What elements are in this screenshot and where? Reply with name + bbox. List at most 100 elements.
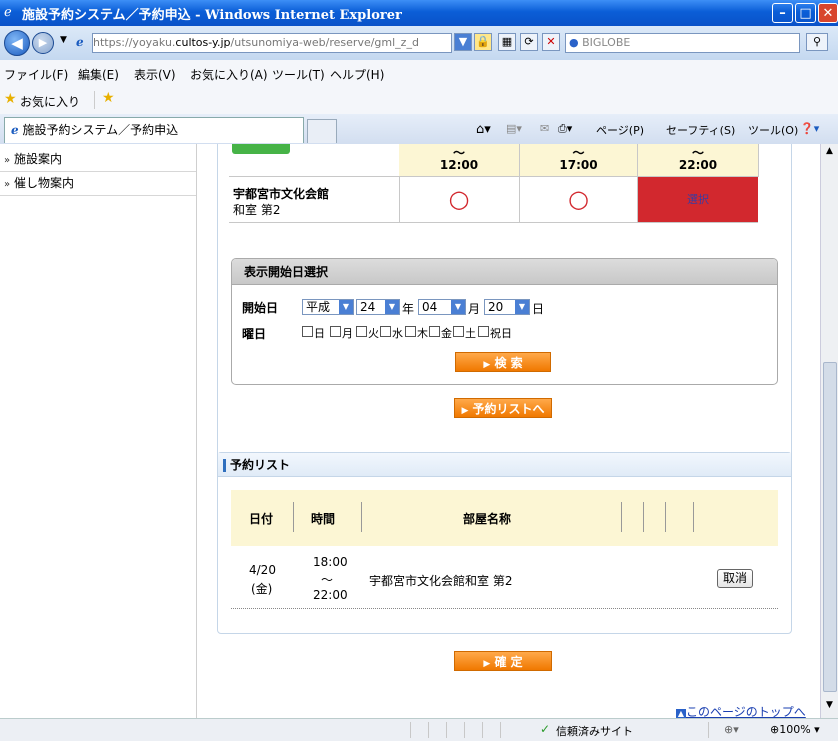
scroll-down-icon[interactable]: ▼ xyxy=(823,700,836,714)
availability-cell-3-selected[interactable]: 選択 xyxy=(638,177,758,223)
weekday-label-tue: 火 xyxy=(368,327,379,340)
sidebar-item-facility-info[interactable]: » 施設案内 xyxy=(0,148,196,172)
col-separator xyxy=(293,502,294,532)
protected-mode-icon[interactable]: ⊕▾ xyxy=(724,723,739,736)
weekday-label-thu: 木 xyxy=(417,327,428,340)
safety-menu[interactable]: セーフティ(S) xyxy=(666,122,735,138)
favorites-bar: ★ お気に入り ★ xyxy=(0,87,838,115)
feeds-icon[interactable]: ▤▾ xyxy=(506,122,522,135)
weekday-checkbox-fri[interactable] xyxy=(429,326,440,337)
slot-end-time: 17:00 xyxy=(559,158,598,172)
maximize-button[interactable]: □ xyxy=(795,3,816,23)
menu-view[interactable]: 表示(V) xyxy=(134,66,176,83)
confirm-button-label: 確 定 xyxy=(494,655,523,669)
menu-file[interactable]: ファイル(F) xyxy=(4,66,68,83)
search-icon[interactable]: ⚲ xyxy=(806,33,828,51)
reserve-list-button[interactable]: ▶ 予約リストへ xyxy=(454,398,552,418)
year-select[interactable]: 24 ▼ xyxy=(356,299,400,315)
era-select[interactable]: 平成 ▼ xyxy=(302,299,354,315)
close-button[interactable]: ✕ xyxy=(818,3,838,23)
favorites-label[interactable]: お気に入り xyxy=(20,93,80,110)
vertical-scrollbar[interactable]: ▲ ▼ xyxy=(820,144,838,718)
date-picker-header: 表示開始日選択 xyxy=(232,259,777,285)
room-name: 和室 第2 xyxy=(233,203,281,217)
checkmark-icon: ✓ xyxy=(540,722,551,736)
status-divider xyxy=(482,722,483,738)
reservation-list-header: 予約リスト xyxy=(218,453,791,477)
weekday-checkbox-tue[interactable] xyxy=(356,326,367,337)
weekday-checkbox-wed[interactable] xyxy=(380,326,391,337)
menu-tools[interactable]: ツール(T) xyxy=(272,66,325,83)
availability-cell-1[interactable]: ○ xyxy=(399,177,520,223)
scroll-up-icon[interactable]: ▲ xyxy=(823,146,836,160)
table-row: 4/20 (金) 18:00 ～ 22:00 宇都宮市文化会館和室 第2 取消 xyxy=(231,552,778,609)
tab-active[interactable]: ℯ 施設予約システム／予約申込 xyxy=(4,117,304,143)
mail-icon[interactable]: ✉ xyxy=(540,122,549,135)
tools-menu[interactable]: ツール(O) xyxy=(748,122,798,138)
biglobe-icon: ● xyxy=(569,36,579,49)
weekday-checkbox-mon[interactable] xyxy=(330,326,341,337)
available-mark: ○ xyxy=(568,185,589,213)
facility-name: 宇都宮市文化会館 xyxy=(233,187,330,201)
lock-icon[interactable]: 🔒 xyxy=(474,33,492,51)
scrollbar-thumb[interactable] xyxy=(823,362,837,692)
month-select[interactable]: 04 ▼ xyxy=(418,299,466,315)
home-icon[interactable]: ⌂▾ xyxy=(476,122,491,137)
add-favorites-icon[interactable]: ★ xyxy=(102,90,115,106)
selected-mark: 選択 xyxy=(687,193,709,206)
play-icon: ▶ xyxy=(483,360,491,370)
tab-active-label: 施設予約システム／予約申込 xyxy=(22,123,179,137)
minimize-button[interactable]: – xyxy=(772,3,793,23)
weekday-checkbox-thu[interactable] xyxy=(405,326,416,337)
new-tab-button[interactable] xyxy=(307,119,337,143)
url-path: /utsunomiya-web/reserve/gml_z_d xyxy=(230,36,419,49)
sidebar-divider xyxy=(196,144,197,718)
search-button[interactable]: ▶ 検 索 xyxy=(455,352,551,372)
slot-end-time: 12:00 xyxy=(439,158,479,172)
day-select[interactable]: 20 ▼ xyxy=(484,299,530,315)
page-top-link[interactable]: ▲ このページのトップへ xyxy=(676,703,806,718)
chevron-down-icon: ▼ xyxy=(451,300,465,314)
play-icon: ▶ xyxy=(461,406,469,416)
status-divider xyxy=(464,722,465,738)
stop-icon[interactable]: ✕ xyxy=(542,33,560,51)
header-accent-bar xyxy=(223,459,226,472)
chevron-right-icon: » xyxy=(4,179,11,190)
compatibility-view-icon[interactable]: ▦ xyxy=(498,33,516,51)
weekday-label-sat: 土 xyxy=(465,327,476,340)
chevron-down-icon: ▼ xyxy=(515,300,529,314)
month-value: 04 xyxy=(422,300,438,314)
forward-button[interactable]: ▶ xyxy=(32,32,54,54)
url-prefix: https://yoyaku. xyxy=(93,36,176,49)
sidebar-item-event-info[interactable]: » 催し物案内 xyxy=(0,172,196,196)
back-button[interactable]: ◀ xyxy=(4,30,30,56)
sidebar-item-label: 施設案内 xyxy=(13,152,62,166)
chevron-down-icon: ▼ xyxy=(385,300,399,314)
print-icon[interactable]: ⎙▾ xyxy=(558,122,572,136)
page-menu[interactable]: ページ(P) xyxy=(596,122,644,138)
window-title: 施設予約システム／予約申込 - Windows Internet Explore… xyxy=(22,8,402,23)
url-input[interactable]: https://yoyaku.cultos-y.jp/utsunomiya-we… xyxy=(92,33,452,53)
weekday-label-holiday: 祝日 xyxy=(490,327,512,340)
refresh-icon[interactable]: ⟳ xyxy=(520,33,538,51)
col-separator xyxy=(665,502,666,532)
zoom-control[interactable]: ⊕100% ▾ xyxy=(770,723,820,736)
window-title-bar: ℯ 施設予約システム／予約申込 - Windows Internet Explo… xyxy=(0,0,838,26)
cancel-button[interactable]: 取消 xyxy=(717,569,753,588)
confirm-button[interactable]: ▶ 確 定 xyxy=(454,651,552,671)
menu-edit[interactable]: 編集(E) xyxy=(78,66,119,83)
status-divider xyxy=(500,722,501,738)
row-end-time: 22:00 xyxy=(313,588,348,602)
search-input[interactable]: ● BIGLOBE xyxy=(565,33,800,53)
weekday-checkbox-sun[interactable] xyxy=(302,326,313,337)
weekday-checkbox-holiday[interactable] xyxy=(478,326,489,337)
history-dropdown-icon[interactable]: ▼ xyxy=(60,35,67,45)
weekday-checkbox-sat[interactable] xyxy=(453,326,464,337)
menu-help[interactable]: ヘルプ(H) xyxy=(330,66,384,83)
url-dropdown-button[interactable]: ▼ xyxy=(454,33,472,51)
favorites-star-icon[interactable]: ★ xyxy=(4,91,17,107)
menu-favorites[interactable]: お気に入り(A) xyxy=(190,66,268,83)
availability-cell-2[interactable]: ○ xyxy=(520,177,638,223)
grid-header-blank xyxy=(229,144,400,177)
help-icon[interactable]: ❓▾ xyxy=(800,122,819,135)
